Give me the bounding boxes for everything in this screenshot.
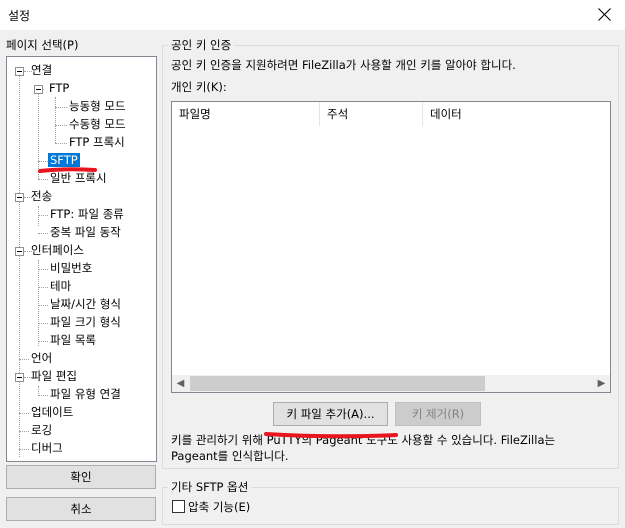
page-select-label: 페이지 선택(P) <box>6 38 79 52</box>
compression-label[interactable]: 압축 기능(E) <box>188 499 250 515</box>
tree-item-label: 파일 유형 연결 <box>50 387 121 401</box>
pageant-info-line2: Pageant를 인식합니다. <box>171 449 289 463</box>
add-key-file-button[interactable]: 키 파일 추가(A)... <box>273 402 388 426</box>
add-key-file-label: 키 파일 추가(A)... <box>286 407 375 421</box>
pubkey-group-title: 공인 키 인증 <box>168 37 235 53</box>
collapse-icon[interactable] <box>15 247 24 256</box>
tree-item-label: FTP: 파일 종류 <box>50 207 124 221</box>
tree-item-label: 비밀번호 <box>50 261 93 275</box>
tree-item-label: 수동형 모드 <box>69 117 126 131</box>
tree-item-label: FTP <box>49 81 70 95</box>
collapse-icon[interactable] <box>15 193 24 202</box>
collapse-icon[interactable] <box>15 67 24 76</box>
tree-item-file-exists-action[interactable]: 중복 파일 동작 <box>48 224 123 241</box>
cancel-button[interactable]: 취소 <box>6 497 156 521</box>
tree-item-updates[interactable]: 업데이트 <box>29 404 75 421</box>
tree-item-ftp[interactable]: FTP <box>47 80 71 97</box>
tree-item-debug[interactable]: 디버그 <box>29 440 65 457</box>
remove-key-label: 키 제거(R) <box>411 407 465 421</box>
tree-item-date-time-format[interactable]: 날짜/시간 형식 <box>48 296 123 313</box>
tree-item-filesize-format[interactable]: 파일 크기 형식 <box>48 314 123 331</box>
tree-item-label: FTP 프록시 <box>69 135 125 149</box>
title-bar: 설정 <box>0 0 625 30</box>
tree-item-label: 능동형 모드 <box>69 99 126 113</box>
tree-item-interface[interactable]: 인터페이스 <box>29 242 86 259</box>
annotation-underline <box>38 167 97 173</box>
column-header-label: 주석 <box>327 107 349 121</box>
private-keys-list[interactable]: 파일명 주석 데이터 ◀ ▶ <box>171 101 611 393</box>
tree-item-label: 디버그 <box>31 441 63 455</box>
tree-item-label: 테마 <box>50 279 72 293</box>
tree-item-label: 로깅 <box>31 423 53 437</box>
cancel-button-label: 취소 <box>70 502 92 516</box>
private-keys-label: 개인 키(K): <box>171 80 227 94</box>
tree-item-passwords[interactable]: 비밀번호 <box>48 260 94 277</box>
column-header-filename[interactable]: 파일명 <box>172 102 320 126</box>
tree-item-language[interactable]: 언어 <box>29 350 54 367</box>
tree-item-label: 파일 크기 형식 <box>50 315 121 329</box>
tree-item-ftp-file-types[interactable]: FTP: 파일 종류 <box>48 206 126 223</box>
annotation-underline <box>264 432 398 439</box>
window-title: 설정 <box>8 9 31 23</box>
tree-item-active-mode[interactable]: 능동형 모드 <box>67 98 128 115</box>
tree-item-label: 인터페이스 <box>31 243 84 257</box>
collapse-icon[interactable] <box>15 373 24 382</box>
tree-item-label: 중복 파일 동작 <box>50 225 121 239</box>
close-icon <box>598 8 611 21</box>
tree-item-label: 업데이트 <box>31 405 74 419</box>
compression-checkbox[interactable] <box>172 500 185 513</box>
scroll-left-icon[interactable]: ◀ <box>172 375 189 392</box>
tree-item-ftp-proxy[interactable]: FTP 프록시 <box>67 134 127 151</box>
column-header-comment[interactable]: 주석 <box>320 102 423 126</box>
tree-item-filetype-associations[interactable]: 파일 유형 연결 <box>48 386 123 403</box>
close-button[interactable] <box>585 0 625 30</box>
other-options-group-title: 기타 SFTP 옵션 <box>168 479 252 495</box>
tree-item-logging[interactable]: 로깅 <box>29 422 54 439</box>
ok-button[interactable]: 확인 <box>6 465 156 489</box>
tree-item-connection[interactable]: 연결 <box>29 62 54 79</box>
pubkey-description: 공인 키 인증을 지원하려면 FileZilla가 사용할 개인 키를 알아야 … <box>171 58 516 72</box>
tree-item-label: 날짜/시간 형식 <box>50 297 122 311</box>
tree-item-passive-mode[interactable]: 수동형 모드 <box>67 116 128 133</box>
tree-item-label: 파일 편집 <box>31 369 77 383</box>
horizontal-scrollbar[interactable]: ◀ ▶ <box>172 375 610 392</box>
collapse-icon[interactable] <box>34 85 43 94</box>
tree-item-label: 전송 <box>31 189 53 203</box>
tree-item-label: 연결 <box>31 63 53 77</box>
tree-item-themes[interactable]: 테마 <box>48 278 73 295</box>
ok-button-label: 확인 <box>70 470 92 484</box>
scroll-right-icon[interactable]: ▶ <box>593 375 610 392</box>
remove-key-button[interactable]: 키 제거(R) <box>395 402 481 426</box>
tree-item-file-lists[interactable]: 파일 목록 <box>48 332 98 349</box>
scrollbar-thumb[interactable] <box>190 376 485 391</box>
settings-page-tree[interactable]: 연결 FTP 능동형 모드 수동형 모드 FTP 프록시 SFTP 일반 프록시… <box>6 56 157 462</box>
tree-item-label: 언어 <box>31 351 53 365</box>
tree-item-file-editing[interactable]: 파일 편집 <box>29 368 79 385</box>
tree-item-label: 파일 목록 <box>50 333 96 347</box>
column-header-label: 파일명 <box>179 107 211 121</box>
column-header-data[interactable]: 데이터 <box>423 102 610 126</box>
column-header-label: 데이터 <box>430 107 462 121</box>
tree-item-transfers[interactable]: 전송 <box>29 188 54 205</box>
